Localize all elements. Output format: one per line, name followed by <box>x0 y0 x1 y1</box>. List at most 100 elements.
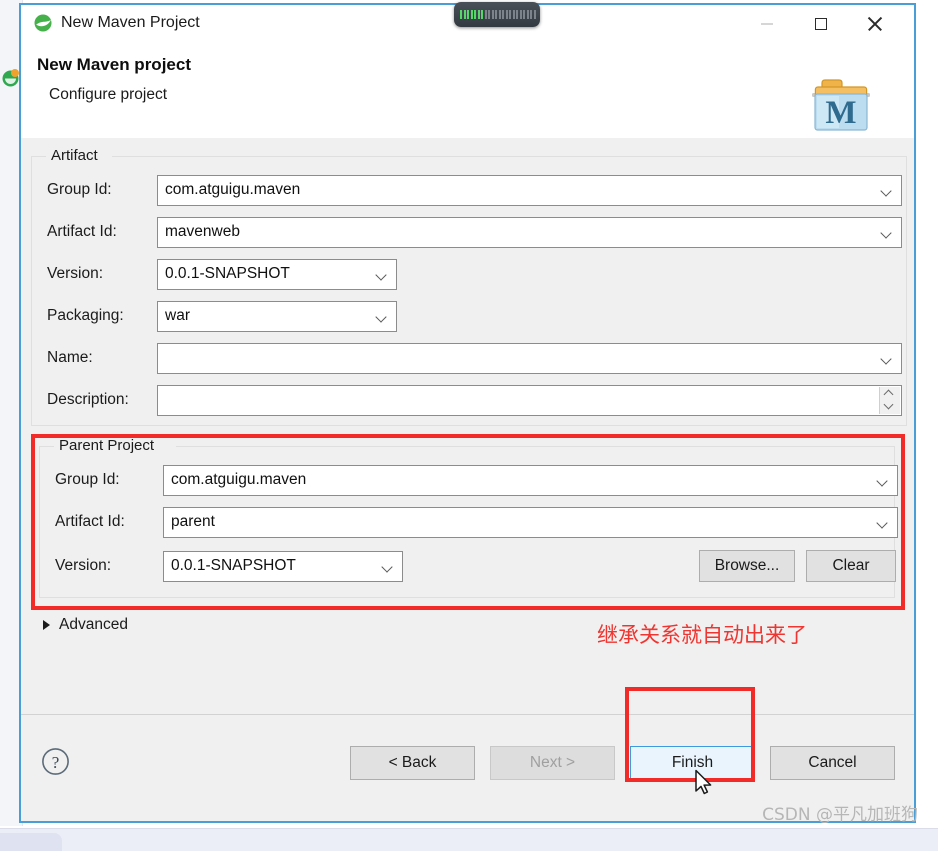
spinner-up-icon[interactable] <box>885 391 893 399</box>
artifact-group-id-value: com.atguigu.maven <box>165 181 301 198</box>
parent-row-version: Version: 0.0.1-SNAPSHOT <box>55 550 403 582</box>
osd-segment <box>526 10 529 19</box>
osd-segment <box>491 10 494 19</box>
chevron-down-icon[interactable] <box>882 355 892 361</box>
minimize-button[interactable] <box>744 5 790 43</box>
parent-group-id-input[interactable]: com.atguigu.maven <box>163 464 898 496</box>
artifact-artifact-id-input[interactable]: mavenweb <box>157 216 902 248</box>
recorder-osd-badge <box>454 2 540 27</box>
eclipse-background-icon <box>2 69 19 87</box>
osd-segment <box>481 10 483 19</box>
parent-version-input[interactable]: 0.0.1-SNAPSHOT <box>163 550 403 582</box>
osd-segment <box>495 10 497 19</box>
parent-row-artifact-id: Artifact Id: parent <box>55 506 898 538</box>
parent-clear-button[interactable]: Clear <box>806 550 896 582</box>
parent-version-value: 0.0.1-SNAPSHOT <box>171 557 296 574</box>
taskbar-tab[interactable] <box>0 833 62 851</box>
artifact-row-artifact-id: Artifact Id: mavenweb <box>47 216 902 248</box>
osd-segment <box>512 10 515 19</box>
chevron-down-icon[interactable] <box>878 519 888 525</box>
dialog-body: Artifact Group Id: com.atguigu.maven Art… <box>21 137 914 782</box>
chevron-down-icon[interactable] <box>377 313 387 319</box>
artifact-row-packaging: Packaging: war <box>47 300 397 332</box>
osd-segment <box>488 10 490 19</box>
chevron-down-icon[interactable] <box>383 563 393 569</box>
osd-segment <box>463 10 466 19</box>
artifact-row-group-id: Group Id: com.atguigu.maven <box>47 174 902 206</box>
artifact-artifact-id-label: Artifact Id: <box>47 223 117 240</box>
osd-segment <box>519 10 522 19</box>
close-button[interactable] <box>852 5 898 43</box>
question-mark-circle-icon[interactable]: ? <box>41 747 70 776</box>
osd-segment <box>498 10 501 19</box>
finish-button[interactable]: Finish <box>630 746 755 780</box>
triangle-right-icon <box>43 620 50 630</box>
osd-segment <box>523 10 525 19</box>
parent-group-id-value: com.atguigu.maven <box>171 471 307 488</box>
artifact-row-description: Description: <box>47 384 902 416</box>
new-maven-project-dialog: New Maven Project New Maven project Conf… <box>19 2 916 823</box>
osd-segment <box>460 10 462 19</box>
csdn-watermark: CSDN @平凡加班狗 <box>762 805 918 825</box>
close-icon <box>867 16 883 32</box>
maven-folder-m-icon: M <box>812 79 870 131</box>
artifact-artifact-id-value: mavenweb <box>165 223 240 240</box>
osd-segment <box>474 10 476 19</box>
chevron-down-icon[interactable] <box>878 477 888 483</box>
cancel-button[interactable]: Cancel <box>770 746 895 780</box>
parent-version-label: Version: <box>55 557 112 574</box>
red-annotation-text: 继承关系就自动出来了 <box>597 623 807 647</box>
parent-group-id-label: Group Id: <box>55 471 120 488</box>
artifact-description-input[interactable] <box>157 384 902 416</box>
osd-meter-icon <box>460 10 536 19</box>
osd-segment <box>530 10 532 19</box>
osd-segment <box>502 10 504 19</box>
chevron-down-icon[interactable] <box>882 229 892 235</box>
titlebar-left-group: New Maven Project <box>33 13 200 33</box>
artifact-packaging-label: Packaging: <box>47 307 124 324</box>
artifact-group-id-input[interactable]: com.atguigu.maven <box>157 174 902 206</box>
chevron-down-icon[interactable] <box>377 271 387 277</box>
dialog-titlebar[interactable]: New Maven Project <box>21 2 914 45</box>
maximize-button[interactable] <box>798 5 844 43</box>
page-title: New Maven project <box>37 55 191 74</box>
osd-segment <box>484 10 487 19</box>
dialog-title-text: New Maven Project <box>61 14 200 31</box>
taskbar-strip <box>0 828 938 851</box>
artifact-packaging-value: war <box>165 307 190 324</box>
osd-segment <box>505 10 508 19</box>
osd-segment <box>470 10 473 19</box>
artifact-name-label: Name: <box>47 349 93 366</box>
parent-artifact-id-value: parent <box>171 513 215 530</box>
advanced-section-toggle[interactable]: Advanced <box>43 616 128 634</box>
dialog-header: New Maven project Configure project M <box>21 45 914 137</box>
artifact-legend: Artifact <box>46 147 103 164</box>
parent-artifact-id-label: Artifact Id: <box>55 513 125 530</box>
artifact-group-id-label: Group Id: <box>47 181 112 198</box>
chevron-down-icon[interactable] <box>882 187 892 193</box>
footer-button-group: < Back Next > Finish Cancel <box>350 746 895 780</box>
back-button[interactable]: < Back <box>350 746 475 780</box>
description-spinner[interactable] <box>879 386 900 414</box>
svg-text:?: ? <box>52 753 60 772</box>
osd-segment <box>516 10 518 19</box>
artifact-row-name: Name: <box>47 342 902 374</box>
spinner-down-icon[interactable] <box>885 401 893 409</box>
parent-row-group-id: Group Id: com.atguigu.maven <box>55 464 898 496</box>
osd-segment <box>477 10 480 19</box>
artifact-name-input[interactable] <box>157 342 902 374</box>
parent-browse-button[interactable]: Browse... <box>699 550 795 582</box>
osd-segment <box>533 10 536 19</box>
artifact-version-input[interactable]: 0.0.1-SNAPSHOT <box>157 258 397 290</box>
minimize-icon <box>761 23 773 25</box>
artifact-packaging-input[interactable]: war <box>157 300 397 332</box>
artifact-version-label: Version: <box>47 265 104 282</box>
parent-artifact-id-input[interactable]: parent <box>163 506 898 538</box>
maximize-icon <box>815 18 827 30</box>
artifact-version-value: 0.0.1-SNAPSHOT <box>165 265 290 282</box>
osd-segment <box>509 10 511 19</box>
next-button: Next > <box>490 746 615 780</box>
artifact-description-label: Description: <box>47 391 129 408</box>
eclipse-leaf-icon <box>34 14 52 32</box>
advanced-label: Advanced <box>59 616 128 633</box>
